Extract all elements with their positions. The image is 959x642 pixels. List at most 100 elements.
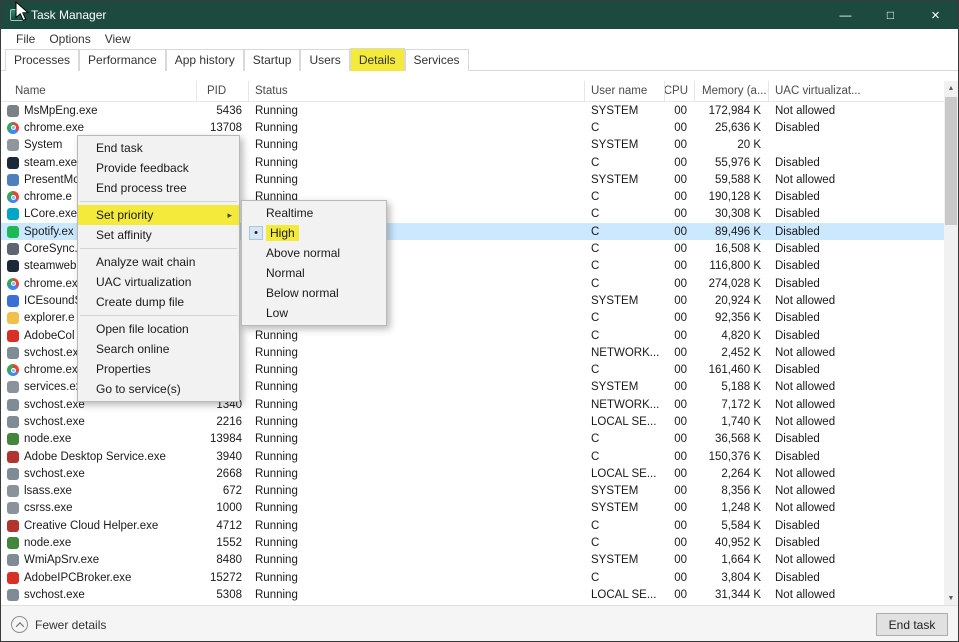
- tab-startup[interactable]: Startup: [243, 49, 301, 71]
- tab-details[interactable]: Details: [349, 48, 405, 71]
- fewer-details-toggle[interactable]: Fewer details: [11, 616, 106, 633]
- cell-status: Running: [255, 139, 298, 152]
- tab-performance[interactable]: Performance: [79, 49, 166, 71]
- vertical-scrollbar[interactable]: ▲ ▼: [944, 81, 958, 606]
- cell-status: Running: [255, 173, 298, 186]
- cell-cpu: 00: [674, 208, 687, 221]
- process-icon: [7, 225, 19, 238]
- cell-name: svchost.exe: [1, 465, 197, 482]
- cell-memory: 1,740 K: [721, 415, 761, 428]
- column-header-pid[interactable]: PID: [197, 81, 249, 101]
- submenu-item-normal[interactable]: Normal: [242, 263, 386, 283]
- tab-users[interactable]: Users: [300, 49, 350, 71]
- tab-processes[interactable]: Processes: [5, 49, 80, 71]
- cell-user-name: C: [591, 571, 600, 584]
- process-icon: [7, 139, 19, 152]
- cell-status: Running: [255, 450, 298, 463]
- table-row[interactable]: Creative Cloud Helper.exe 4712 Running C 00 5…: [1, 517, 946, 534]
- menu-item-uac-virtualization[interactable]: UAC virtualization: [78, 272, 239, 292]
- column-header-status[interactable]: Status: [249, 81, 585, 101]
- column-header-user-name[interactable]: User name: [585, 81, 665, 101]
- cell-cpu: 00: [674, 571, 687, 584]
- cell-name: WmiApSrv.exe: [1, 552, 197, 569]
- menu-item-provide-feedback[interactable]: Provide feedback: [78, 158, 239, 178]
- cell-name: MsMpEng.exe: [1, 102, 197, 119]
- menu-view[interactable]: View: [98, 32, 138, 46]
- column-header-name[interactable]: Name: [1, 81, 197, 101]
- cell-memory: 3,804 K: [721, 571, 761, 584]
- process-icon: [7, 294, 19, 307]
- process-icon: [7, 260, 19, 273]
- scrollbar-thumb[interactable]: [945, 97, 957, 225]
- column-header-uac-virtualization[interactable]: UAC virtualizat...: [769, 81, 946, 101]
- submenu-item-high[interactable]: • High: [242, 223, 386, 243]
- table-row[interactable]: svchost.exe 2668 Running LOCAL SE... 00 2,264…: [1, 465, 946, 482]
- cell-memory: 7,172 K: [721, 398, 761, 411]
- tab-services[interactable]: Services: [404, 49, 469, 71]
- submenu-item-low[interactable]: Low: [242, 303, 386, 323]
- table-row[interactable]: WmiApSrv.exe 8480 Running SYSTEM 00 1,664 K No…: [1, 552, 946, 569]
- menu-item-set-affinity[interactable]: Set affinity: [78, 225, 239, 245]
- menu-item-end-task[interactable]: End task: [78, 138, 239, 158]
- cell-pid: 5308: [216, 588, 242, 601]
- column-header-cpu[interactable]: CPU: [665, 81, 695, 101]
- table-row[interactable]: lsass.exe 672 Running SYSTEM 00 8,356 K Not al…: [1, 483, 946, 500]
- task-manager-window: Task Manager — □ × File Options View Pro…: [0, 0, 959, 642]
- tab-bar: Processes Performance App history Startu…: [1, 48, 958, 71]
- menu-item-create-dump-file[interactable]: Create dump file: [78, 292, 239, 312]
- table-row[interactable]: MsMpEng.exe 5436 Running SYSTEM 00 172,984 K N…: [1, 102, 946, 119]
- cell-cpu: 00: [674, 485, 687, 498]
- cell-cpu: 00: [674, 243, 687, 256]
- menu-options[interactable]: Options: [42, 32, 97, 46]
- cell-user-name: NETWORK...: [591, 398, 660, 411]
- cell-memory: 5,188 K: [721, 381, 761, 394]
- cell-uac-virtualization: Not allowed: [775, 294, 836, 307]
- cell-pid: 5436: [216, 104, 242, 117]
- end-task-button[interactable]: End task: [876, 613, 948, 636]
- table-row[interactable]: node.exe 13984 Running C 00 36,568 K Disabled: [1, 431, 946, 448]
- cell-pid: 8480: [216, 554, 242, 567]
- table-row[interactable]: node.exe 1552 Running C 00 40,952 K Disabled: [1, 534, 946, 551]
- table-row[interactable]: svchost.exe 2216 Running LOCAL SE... 00 1,740…: [1, 413, 946, 430]
- table-row[interactable]: csrss.exe 1000 Running SYSTEM 00 1,248 K Not a…: [1, 500, 946, 517]
- table-row[interactable]: chrome.exe 13708 Running C 00 25,636 K Disable…: [1, 119, 946, 136]
- tab-app-history[interactable]: App history: [165, 49, 244, 71]
- cell-user-name: LOCAL SE...: [591, 467, 657, 480]
- menu-file[interactable]: File: [9, 32, 42, 46]
- scroll-down-button[interactable]: ▼: [944, 591, 958, 606]
- cell-user-name: C: [591, 277, 600, 290]
- context-menu: End task Provide feedback End process tree…: [77, 135, 240, 402]
- submenu-item-below-normal[interactable]: Below normal: [242, 283, 386, 303]
- cell-user-name: C: [591, 208, 600, 221]
- menu-item-search-online[interactable]: Search online: [78, 339, 239, 359]
- maximize-button[interactable]: □: [868, 1, 913, 29]
- table-row[interactable]: svchost.exe 5308 Running LOCAL SE... 00 31,34…: [1, 586, 946, 603]
- cell-pid: 15272: [210, 571, 242, 584]
- menu-item-set-priority[interactable]: Set priority ▸: [78, 205, 239, 225]
- cell-pid: 13984: [210, 433, 242, 446]
- process-icon: [7, 519, 19, 532]
- cell-user-name: LOCAL SE...: [591, 415, 657, 428]
- column-header-memory[interactable]: Memory (a...: [695, 81, 769, 101]
- menu-item-end-process-tree[interactable]: End process tree: [78, 178, 239, 198]
- table-row[interactable]: Adobe Desktop Service.exe 3940 Running C 00 1…: [1, 448, 946, 465]
- scroll-up-button[interactable]: ▲: [944, 81, 958, 96]
- cell-status: Running: [255, 346, 298, 359]
- submenu-item-above-normal[interactable]: Above normal: [242, 243, 386, 263]
- cell-uac-virtualization: Disabled: [775, 225, 820, 238]
- cell-uac-virtualization: Disabled: [775, 208, 820, 221]
- close-button[interactable]: ×: [913, 1, 958, 29]
- table-row[interactable]: AdobeIPCBroker.exe 15272 Running C 00 3,804 K…: [1, 569, 946, 586]
- menu-item-open-file-location[interactable]: Open file location: [78, 319, 239, 339]
- menu-item-properties[interactable]: Properties: [78, 359, 239, 379]
- cell-user-name: C: [591, 156, 600, 169]
- minimize-button[interactable]: —: [823, 1, 868, 29]
- cell-user-name: SYSTEM: [591, 502, 639, 515]
- submenu-item-realtime[interactable]: Realtime: [242, 203, 386, 223]
- cell-user-name: C: [591, 537, 600, 550]
- cell-uac-virtualization: Disabled: [775, 260, 820, 273]
- menu-item-analyze-wait-chain[interactable]: Analyze wait chain: [78, 252, 239, 272]
- menu-item-go-to-service-s[interactable]: Go to service(s): [78, 379, 239, 399]
- cell-uac-virtualization: Disabled: [775, 277, 820, 290]
- process-icon: [7, 312, 19, 325]
